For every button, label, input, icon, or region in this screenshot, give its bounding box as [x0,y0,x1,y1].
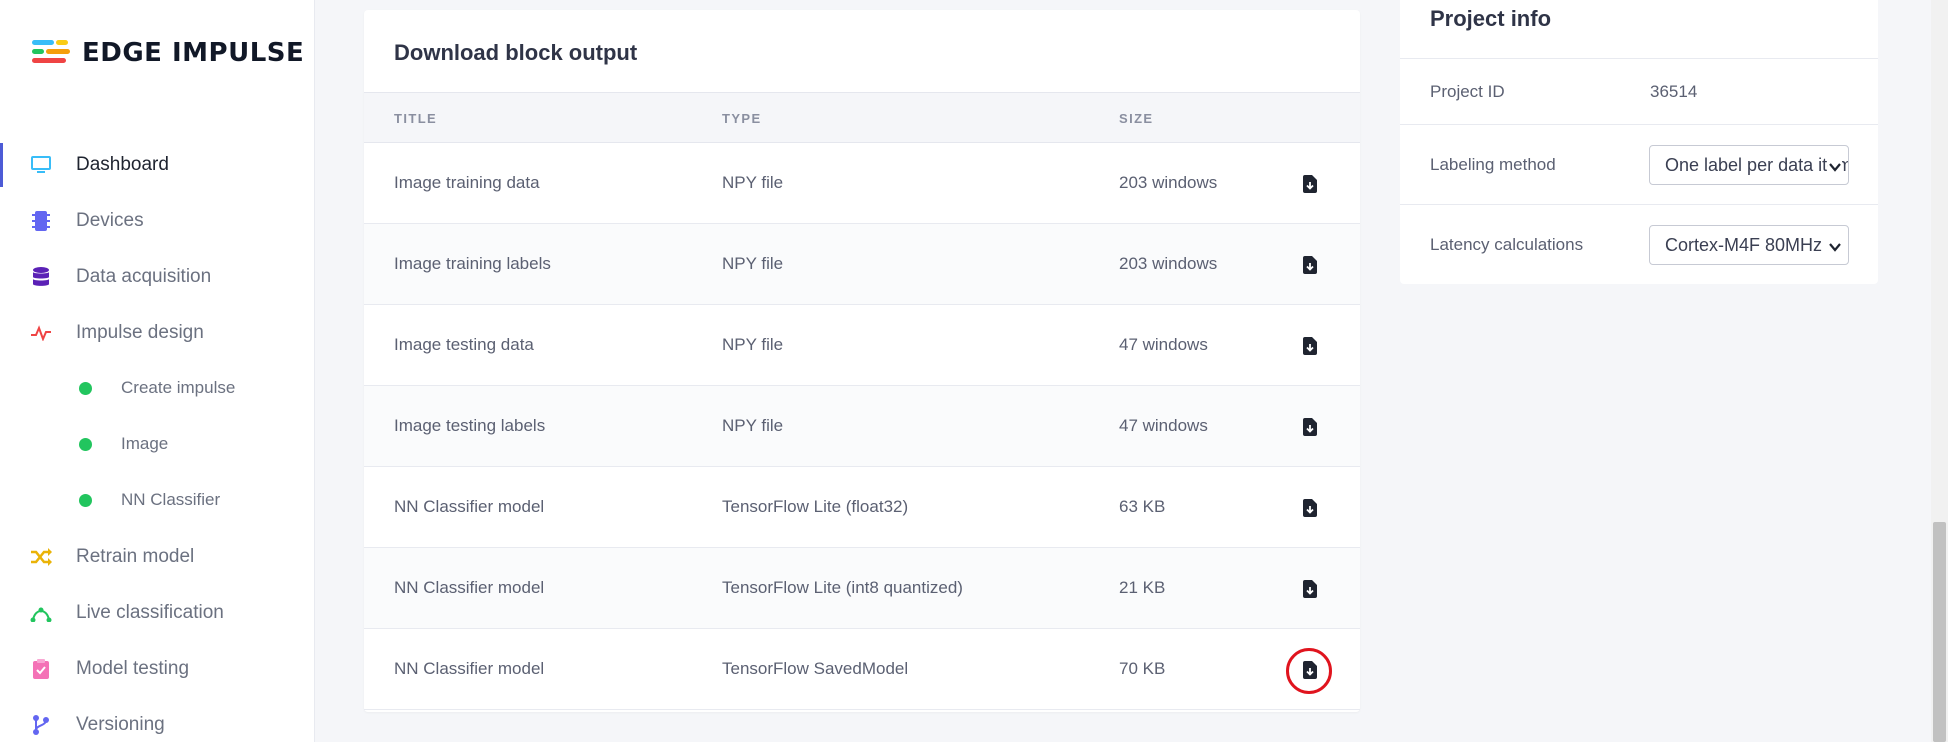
project-info-title: Project info [1430,6,1552,31]
column-header-type: TYPE [722,111,762,126]
labeling-method-select[interactable]: One label per data item [1649,145,1849,185]
graph-icon [30,602,52,624]
database-icon [30,266,52,288]
sidebar-subitem-label: NN Classifier [121,490,221,509]
vertical-scrollbar[interactable] [1931,0,1948,742]
chevron-down-icon [1828,238,1842,252]
sidebar-item-label: Model testing [76,658,190,679]
sidebar-subitem-create-impulse[interactable]: Create impulse [0,368,314,408]
status-dot [79,437,92,451]
file-download-icon[interactable] [1300,416,1320,438]
labeling-method-value: One label per data item [1665,154,1849,175]
file-download-icon[interactable] [1300,578,1320,600]
latency-calculations-select[interactable]: Cortex-M4F 80MHz [1649,225,1849,265]
sidebar-item-label: Versioning [76,714,165,735]
labeling-method-row: Labeling method One label per data item [1400,124,1878,204]
project-id-value: 36514 [1650,82,1698,101]
file-download-icon[interactable] [1300,254,1320,276]
sidebar-item-retrain-model[interactable]: Retrain model [0,535,314,579]
row-title: Image testing labels [394,416,546,435]
file-download-icon[interactable] [1300,659,1320,681]
table-row: Image training data NPY file 203 windows [364,143,1360,224]
sidebar-subitem-label: Image [121,434,169,453]
sidebar-subitem-image[interactable]: Image [0,424,314,464]
row-size: 203 windows [1119,173,1218,192]
card-title: Download block output [394,40,638,65]
branch-icon [30,714,52,736]
row-size: 47 windows [1119,416,1208,435]
status-dot [79,493,92,507]
status-dot [79,381,92,395]
sidebar-item-label: Dashboard [76,154,169,175]
row-type: NPY file [722,173,784,192]
row-title: NN Classifier model [394,497,545,516]
monitor-icon [30,154,52,176]
sidebar-item-label: Devices [76,210,144,231]
table-header: TITLE TYPE SIZE [364,92,1360,143]
row-type: NPY file [722,416,784,435]
row-type: NPY file [722,335,784,354]
project-info-card: Project info Project ID 36514 Labeling m… [1400,0,1878,284]
table-row: NN Classifier model TensorFlow Lite (int… [364,548,1360,629]
sidebar-item-model-testing[interactable]: Model testing [0,647,314,691]
row-title: Image testing data [394,335,534,354]
chevron-down-icon [1828,158,1842,172]
column-header-size: SIZE [1119,111,1154,126]
file-download-icon[interactable] [1300,335,1320,357]
project-id-label: Project ID [1430,82,1505,101]
row-size: 63 KB [1119,497,1166,516]
clipboard-check-icon [30,658,52,680]
row-type: TensorFlow SavedModel [722,659,909,678]
sidebar-subitem-nn-classifier[interactable]: NN Classifier [0,480,314,520]
column-header-title: TITLE [394,111,438,126]
row-size: 47 windows [1119,335,1208,354]
table-row: NN Classifier model TensorFlow Lite (flo… [364,467,1360,548]
sidebar-item-data-acquisition[interactable]: Data acquisition [0,255,314,299]
row-size: 21 KB [1119,578,1166,597]
latency-calculations-label: Latency calculations [1430,235,1584,254]
shuffle-icon [30,546,52,568]
row-type: NPY file [722,254,784,273]
sidebar-subitem-label: Create impulse [121,378,236,397]
latency-calculations-value: Cortex-M4F 80MHz [1665,234,1823,255]
edge-impulse-logo[interactable]: EDGE IMPULSE [32,38,304,68]
sidebar-item-versioning[interactable]: Versioning [0,703,314,742]
row-title: Image training labels [394,254,551,273]
row-size: 70 KB [1119,659,1166,678]
file-download-icon[interactable] [1300,173,1320,195]
labeling-method-label: Labeling method [1430,155,1556,174]
table-row: NN Classifier model TensorFlow SavedMode… [364,629,1360,710]
table-row: Image testing labels NPY file 47 windows [364,386,1360,467]
row-type: TensorFlow Lite (float32) [722,497,909,516]
sidebar-item-devices[interactable]: Devices [0,199,314,243]
download-block-output-card: Download block output TITLE TYPE SIZE Im… [364,10,1360,712]
sidebar-item-label: Retrain model [76,546,195,567]
brand-name: EDGE IMPULSE [82,38,305,68]
sidebar-item-impulse-design[interactable]: Impulse design [0,311,314,355]
sidebar-item-label: Impulse design [76,322,204,343]
row-size: 203 windows [1119,254,1218,273]
pulse-icon [30,322,52,344]
logo-mark-icon [32,38,72,68]
sidebar-item-dashboard[interactable]: Dashboard [0,143,314,187]
table-row: Image training labels NPY file 203 windo… [364,224,1360,305]
row-title: Image training data [394,173,540,192]
sidebar: EDGE IMPULSE Dashboard Devices Data acqu… [0,0,315,742]
row-type: TensorFlow Lite (int8 quantized) [722,578,963,597]
row-title: NN Classifier model [394,659,545,678]
sidebar-item-label: Live classification [76,602,224,623]
sidebar-item-live-classification[interactable]: Live classification [0,591,314,635]
table-row: Image testing data NPY file 47 windows [364,305,1360,386]
project-id-row: Project ID 36514 [1400,58,1878,124]
sidebar-item-label: Data acquisition [76,266,212,287]
scrollbar-thumb[interactable] [1933,522,1946,742]
chip-icon [30,210,52,232]
row-title: NN Classifier model [394,578,545,597]
file-download-icon[interactable] [1300,497,1320,519]
latency-calculations-row: Latency calculations Cortex-M4F 80MHz [1400,204,1878,284]
